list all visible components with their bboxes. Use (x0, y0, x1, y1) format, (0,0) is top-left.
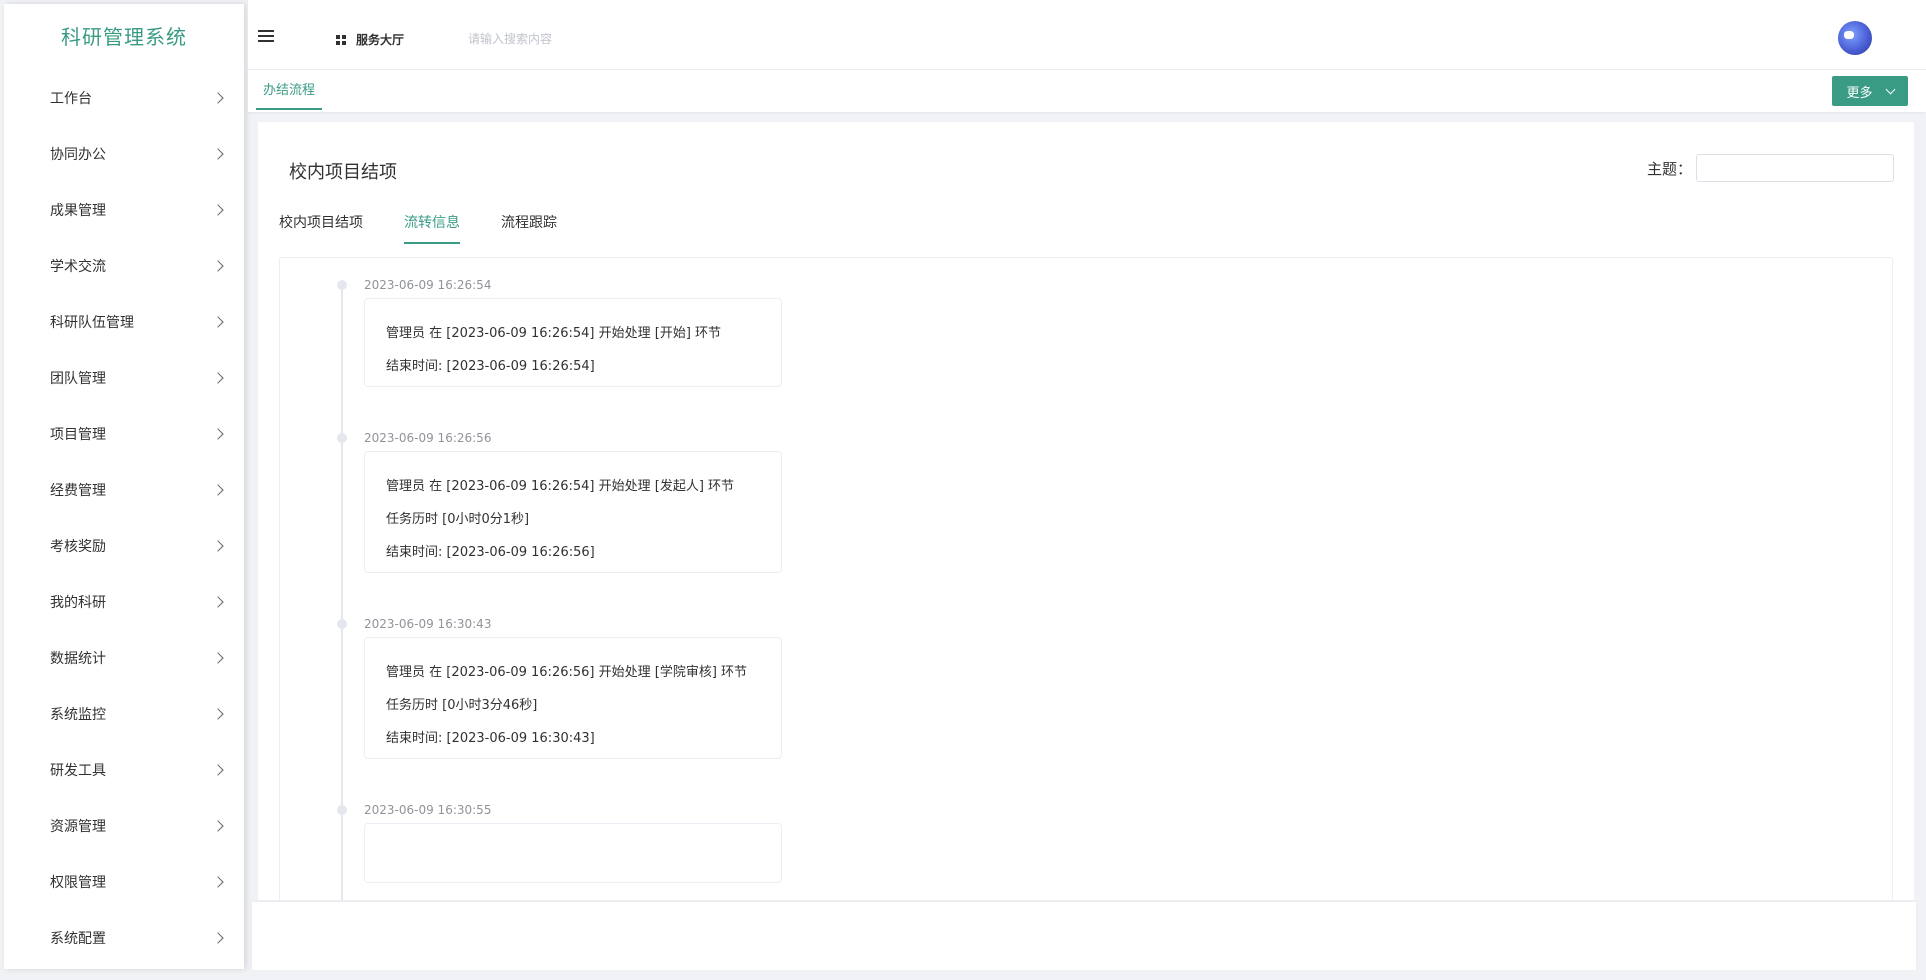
sidebar-item-label: 协同办公 (50, 147, 106, 163)
sidebar-item[interactable]: 团队管理 (4, 350, 244, 406)
page-title: 校内项目结项 (289, 162, 397, 183)
timeline-dot (337, 433, 347, 443)
sidebar-item-label: 团队管理 (50, 371, 106, 387)
chevron-right-icon (212, 652, 224, 664)
timeline-text: 管理员 在 [2023-06-09 16:26:54] 开始处理 [发起人] 环… (386, 479, 735, 494)
subject-field: 主题： (1647, 154, 1894, 182)
sidebar-item[interactable]: 权限管理 (4, 854, 244, 910)
chevron-right-icon (212, 484, 224, 496)
footer-bar (252, 902, 1916, 970)
timeline-card: 管理员 在 [2023-06-09 16:26:54] 开始处理 [开始] 环节… (364, 298, 782, 387)
sidebar-item-label: 科研队伍管理 (50, 315, 134, 331)
timeline-card (364, 823, 782, 883)
chevron-right-icon (212, 260, 224, 272)
sidebar-item[interactable]: 资源管理 (4, 798, 244, 854)
sidebar-item[interactable]: 研发工具 (4, 742, 244, 798)
sidebar-item-label: 学术交流 (50, 259, 106, 275)
sidebar-item[interactable]: 经费管理 (4, 462, 244, 518)
chevron-right-icon (212, 92, 224, 104)
timeline-card: 管理员 在 [2023-06-09 16:26:54] 开始处理 [发起人] 环… (364, 451, 782, 573)
sidebar-item-label: 我的科研 (50, 595, 106, 611)
sidebar-item[interactable]: 工作台 (4, 70, 244, 126)
sidebar-item[interactable]: 学术交流 (4, 238, 244, 294)
timeline-text: 管理员 在 [2023-06-09 16:26:54] 开始处理 [开始] 环节 (386, 326, 722, 341)
search-input[interactable] (468, 28, 688, 50)
avatar[interactable] (1838, 21, 1872, 55)
timeline-dot (337, 280, 347, 290)
chevron-right-icon (212, 820, 224, 832)
service-hall-label: 服务大厅 (356, 33, 405, 47)
sidebar-item[interactable]: 项目管理 (4, 406, 244, 462)
more-label: 更多 (1846, 85, 1873, 101)
chevron-right-icon (212, 428, 224, 440)
tab[interactable]: 流程跟踪 (501, 212, 557, 244)
subject-input[interactable] (1696, 154, 1894, 182)
chevron-right-icon (212, 764, 224, 776)
sidebar-menu: 工作台协同办公成果管理学术交流科研队伍管理 团队管理项目管理经费管理考核奖励我的科… (4, 70, 244, 966)
sidebar-item-label: 考核奖励 (50, 539, 106, 555)
chevron-right-icon (212, 204, 224, 216)
timeline-text: 结束时间: [2023-06-09 16:26:54] (386, 359, 595, 374)
sidebar-item-label: 数据统计 (50, 651, 106, 667)
subject-label: 主题： (1646, 159, 1692, 178)
chevron-right-icon (212, 316, 224, 328)
grid-icon (336, 34, 346, 45)
timeline-timestamp: 2023-06-09 16:30:43 (364, 617, 492, 631)
tags-view: 办结流程 更多 (248, 70, 1926, 112)
sidebar-item[interactable]: 系统配置 (4, 910, 244, 966)
timeline: 2023-06-09 16:26:54 管理员 在 [2023-06-09 16:… (279, 257, 1893, 900)
sidebar-item-label: 成果管理 (50, 203, 106, 219)
timeline-timestamp: 2023-06-09 16:30:55 (364, 803, 492, 817)
timeline-text: 管理员 在 [2023-06-09 16:26:56] 开始处理 [学院审核] … (386, 665, 748, 680)
timeline-text: 结束时间: [2023-06-09 16:30:43] (386, 731, 595, 746)
chevron-right-icon (212, 372, 224, 384)
timeline-text: 任务历时 [0小时3分46秒] (386, 698, 538, 713)
sidebar-item-label: 经费管理 (50, 483, 106, 499)
chevron-right-icon (212, 932, 224, 944)
sidebar-item[interactable]: 我的科研 (4, 574, 244, 630)
more-button[interactable]: 更多 (1832, 76, 1908, 106)
timeline-dot (337, 619, 347, 629)
chevron-right-icon (212, 540, 224, 552)
timeline-timestamp: 2023-06-09 16:26:56 (364, 431, 492, 445)
sidebar-item-label: 项目管理 (50, 427, 106, 443)
main-card: 校内项目结项 主题： 校内项目结项 流转信息 流程跟踪 2023-06-09 16:… (258, 122, 1914, 900)
sidebar-item[interactable]: 成果管理 (4, 182, 244, 238)
sidebar: 科研管理系统 工作台协同办公成果管理学术交流科研队伍管理 团队管理项目管理经费管理… (4, 4, 244, 969)
chevron-right-icon (212, 596, 224, 608)
chevron-down-icon (1885, 84, 1895, 94)
sidebar-item[interactable]: 协同办公 (4, 126, 244, 182)
sidebar-item-label: 系统配置 (50, 931, 106, 947)
chevron-right-icon (212, 876, 224, 888)
sidebar-item-label: 研发工具 (50, 763, 106, 779)
sidebar-item[interactable]: 考核奖励 (4, 518, 244, 574)
sidebar-item[interactable]: 系统监控 (4, 686, 244, 742)
tag-active[interactable]: 办结流程 (256, 80, 323, 110)
header: 服务大厅 (248, 0, 1926, 70)
chevron-right-icon (212, 148, 224, 160)
menu-toggle-icon[interactable] (258, 30, 274, 44)
timeline-text: 结束时间: [2023-06-09 16:26:56] (386, 545, 595, 560)
service-hall-link[interactable]: 服务大厅 (336, 31, 404, 48)
chevron-right-icon (212, 708, 224, 720)
sidebar-item-label: 系统监控 (50, 707, 106, 723)
timeline-timestamp: 2023-06-09 16:26:54 (364, 278, 492, 292)
sidebar-item[interactable]: 科研队伍管理 (4, 294, 244, 350)
tabs: 校内项目结项 流转信息 流程跟踪 (279, 212, 598, 244)
sidebar-item-label: 权限管理 (50, 875, 106, 891)
sidebar-item[interactable]: 数据统计 (4, 630, 244, 686)
timeline-text: 任务历时 [0小时0分1秒] (386, 512, 530, 527)
tab[interactable]: 校内项目结项 (279, 212, 363, 244)
timeline-dot (337, 805, 347, 815)
sidebar-item-label: 资源管理 (50, 819, 106, 835)
timeline-card: 管理员 在 [2023-06-09 16:26:56] 开始处理 [学院审核] … (364, 637, 782, 759)
app-title: 科研管理系统 (61, 25, 187, 49)
sidebar-item-label: 工作台 (50, 91, 92, 107)
tab[interactable]: 流转信息 (404, 212, 460, 244)
